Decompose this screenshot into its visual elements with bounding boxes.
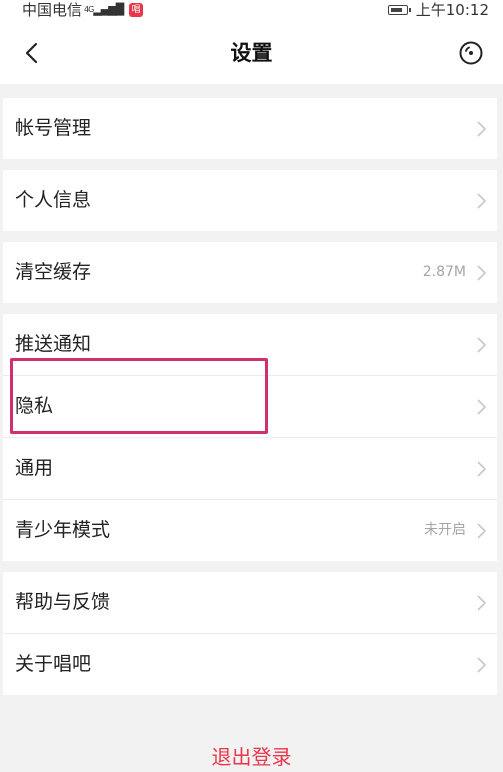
settings-group-general: 推送通知 隐私 通用 青少年模式 未开启 [3,314,497,561]
row-account-management[interactable]: 帐号管理 [3,98,497,159]
row-label: 帮助与反馈 [15,591,111,613]
chevron-right-icon [477,337,487,353]
status-bar: 中国电信 4G▂▄▆█ 唱 上午10:12 [0,0,503,22]
row-personal-info[interactable]: 个人信息 [3,170,497,231]
settings-group-cache: 清空缓存 2.87M [3,242,497,303]
row-privacy[interactable]: 隐私 [3,375,497,437]
network-type: 4G [84,5,94,14]
nav-bar: 设置 [0,22,503,84]
row-teen-mode[interactable]: 青少年模式 未开启 [3,499,497,561]
back-button[interactable] [14,36,48,70]
chevron-right-icon [477,265,487,281]
row-push-notifications[interactable]: 推送通知 [3,314,497,375]
chevron-left-icon [25,42,38,64]
chevron-right-icon [477,657,487,673]
clock: 上午10:12 [415,1,489,19]
carrier-name: 中国电信 [22,1,83,19]
battery-icon [387,5,411,15]
settings-group-about: 帮助与反馈 关于唱吧 [3,572,497,695]
row-label: 帐号管理 [15,117,92,139]
chevron-right-icon [477,121,487,137]
row-label: 通用 [15,457,54,479]
page-title: 设置 [230,41,273,65]
music-disc-button[interactable] [457,39,485,67]
cache-size-value: 2.87M [422,264,466,280]
row-label: 清空缓存 [15,261,92,283]
music-disc-icon [459,41,483,65]
chevron-right-icon [477,523,487,539]
app-notification-icon: 唱 [129,3,144,17]
row-label: 个人信息 [15,189,92,211]
row-help-feedback[interactable]: 帮助与反馈 [3,572,497,633]
chevron-right-icon [477,399,487,415]
teen-mode-status: 未开启 [424,522,466,538]
row-clear-cache[interactable]: 清空缓存 2.87M [3,242,497,303]
status-left: 中国电信 4G▂▄▆█ 唱 [22,0,144,20]
settings-group-account: 帐号管理 [3,98,497,159]
row-label: 关于唱吧 [15,653,92,675]
status-right: 上午10:12 [387,0,489,20]
chevron-right-icon [477,461,487,477]
row-label: 推送通知 [15,333,92,355]
signal-icon: 4G▂▄▆█ [84,3,124,16]
row-about-changba[interactable]: 关于唱吧 [3,633,497,695]
row-label: 青少年模式 [15,519,111,541]
settings-group-profile: 个人信息 [3,170,497,231]
chevron-right-icon [477,193,487,209]
logout-button[interactable]: 退出登录 [0,742,503,772]
row-label: 隐私 [15,395,54,417]
chevron-right-icon [477,595,487,611]
row-general[interactable]: 通用 [3,437,497,499]
